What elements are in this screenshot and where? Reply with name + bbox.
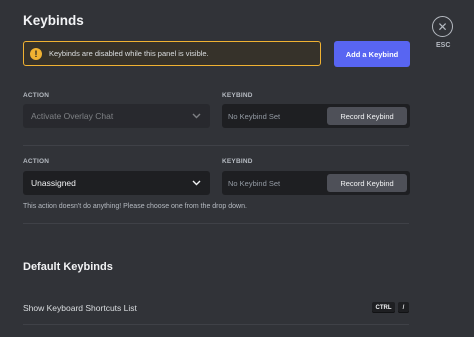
action-label: ACTION bbox=[23, 92, 50, 99]
action-label: ACTION bbox=[23, 158, 50, 165]
notice-text: Keybinds are disabled while this panel i… bbox=[49, 49, 209, 58]
divider bbox=[23, 145, 409, 146]
divider bbox=[23, 223, 409, 224]
action-select-value: Activate Overlay Chat bbox=[31, 111, 114, 121]
action-select[interactable]: Unassigned bbox=[23, 171, 210, 195]
action-select-value: Unassigned bbox=[31, 178, 76, 188]
chevron-down-icon bbox=[192, 180, 201, 186]
default-keybinds-heading: Default Keybinds bbox=[23, 261, 113, 273]
disabled-notice: ! Keybinds are disabled while this panel… bbox=[23, 41, 321, 66]
keybind-field[interactable]: No Keybind Set Record Keybind bbox=[222, 104, 410, 128]
divider bbox=[23, 324, 409, 325]
shortcut-label: Show Keyboard Shortcuts List bbox=[23, 303, 137, 313]
close-label: ESC bbox=[436, 42, 451, 49]
keybind-value: No Keybind Set bbox=[228, 111, 281, 121]
key-slash: / bbox=[398, 302, 409, 313]
action-select[interactable]: Activate Overlay Chat bbox=[23, 104, 210, 128]
record-keybind-button[interactable]: Record Keybind bbox=[327, 174, 407, 192]
close-icon: ✕ bbox=[437, 19, 448, 34]
keybind-field[interactable]: No Keybind Set Record Keybind bbox=[222, 171, 410, 195]
add-keybind-button[interactable]: Add a Keybind bbox=[334, 41, 410, 67]
close-button[interactable]: ✕ bbox=[432, 16, 453, 37]
page-title: Keybinds bbox=[23, 13, 84, 28]
chevron-down-icon bbox=[192, 113, 201, 119]
key-ctrl: CTRL bbox=[372, 302, 395, 313]
keybind-label: KEYBIND bbox=[222, 158, 253, 165]
record-keybind-button[interactable]: Record Keybind bbox=[327, 107, 407, 125]
warning-icon: ! bbox=[30, 47, 42, 60]
keybind-label: KEYBIND bbox=[222, 92, 253, 99]
keybind-value: No Keybind Set bbox=[228, 178, 281, 188]
helper-text: This action doesn't do anything! Please … bbox=[23, 203, 247, 210]
